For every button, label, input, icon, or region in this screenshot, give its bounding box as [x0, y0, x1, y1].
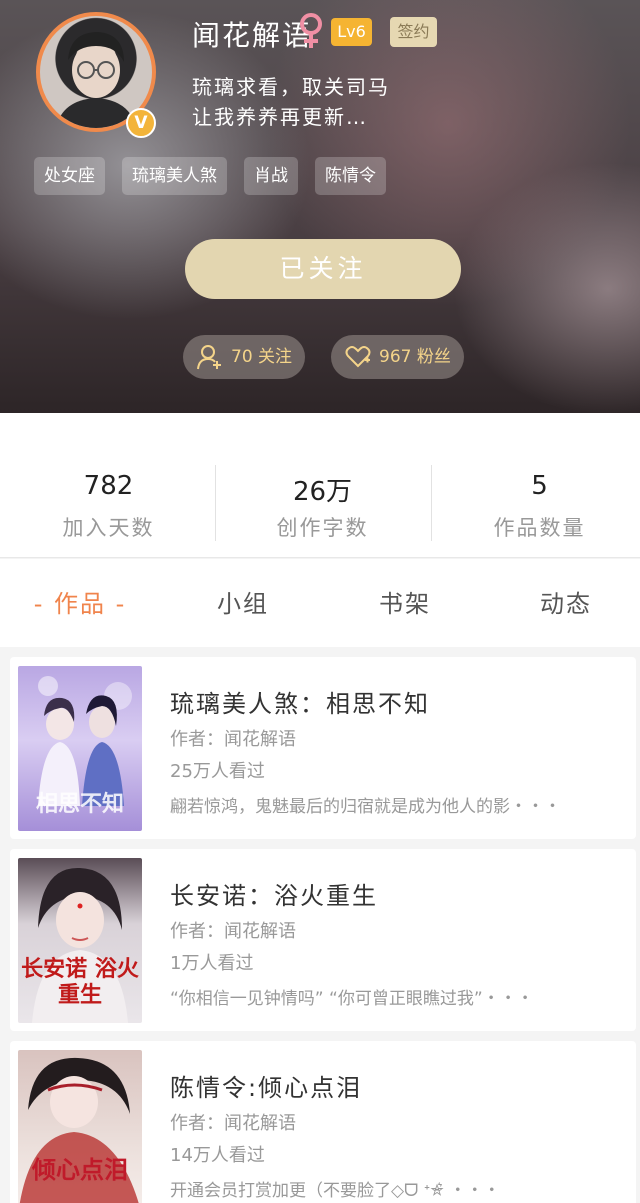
book-description: “你相信一见钟情吗” “你可曾正眼瞧过我”・・・ — [170, 989, 534, 1009]
following-count: 70 关注 — [231, 347, 293, 367]
bio: 琉璃求看，取关司马 让我养养再更新… — [192, 72, 390, 132]
book-card[interactable]: 倾心点泪 陈情令:倾心点泪 作者：闻花解语 14万人看过 开通会员打赏加更（不要… — [10, 1041, 636, 1203]
book-title: 琉璃美人煞：相思不知 — [170, 690, 430, 718]
cover-title: 长安诺 浴火重生 — [21, 956, 139, 1008]
stat-label: 作品数量 — [493, 516, 586, 540]
book-views: 1万人看过 — [170, 953, 254, 974]
stat-label: 加入天数 — [62, 516, 155, 540]
stat-value: 782 — [83, 471, 134, 501]
username: 闻花解语 — [192, 19, 313, 52]
add-user-icon — [197, 345, 221, 370]
book-title: 陈情令:倾心点泪 — [170, 1074, 363, 1102]
female-icon — [298, 12, 324, 54]
stats-bar: 782 加入天数 26万 创作字数 5 作品数量 — [0, 413, 640, 558]
bio-line: 琉璃求看，取关司马 — [192, 75, 390, 99]
level-badge: Lv6 — [331, 18, 372, 46]
divider — [431, 465, 432, 541]
cover-title: 相思不知 — [35, 791, 124, 817]
book-title: 长安诺：浴火重生 — [170, 882, 378, 910]
fans-count: 967 粉丝 — [379, 347, 451, 367]
tag[interactable]: 肖战 — [244, 157, 298, 195]
book-views: 25万人看过 — [170, 761, 265, 782]
stat-works-count: 5 作品数量 — [433, 413, 640, 558]
following-count-button[interactable]: 70 关注 — [183, 335, 305, 379]
verified-badge: V — [126, 108, 156, 138]
profile-header: V 闻花解语 Lv6 签约 琉璃求看，取关司马 让我养养再更新… 处女座 琉璃美… — [0, 0, 640, 413]
tab-bookshelf[interactable]: 书架 — [325, 559, 485, 647]
tab-activity[interactable]: 动态 — [486, 559, 640, 647]
book-author: 作者：闻花解语 — [170, 921, 296, 942]
cover-title: 倾心点泪 — [32, 1155, 128, 1184]
signed-badge: 签约 — [390, 17, 437, 47]
bio-line: 让我养养再更新… — [192, 105, 368, 129]
tab-bar: - 作品 - 小组 书架 动态 — [0, 559, 640, 647]
book-cover[interactable]: 倾心点泪 — [18, 1050, 142, 1203]
tab-groups[interactable]: 小组 — [163, 559, 323, 647]
tag-list: 处女座 琉璃美人煞 肖战 陈情令 — [34, 157, 386, 195]
stat-value: 5 — [531, 471, 548, 501]
stat-join-days: 782 加入天数 — [2, 413, 215, 558]
book-views: 14万人看过 — [170, 1145, 265, 1166]
book-cover[interactable]: 相思不知 — [18, 666, 142, 831]
book-description: 开通会员打赏加更（不要脸了◇ᗜ ᕀ☆̵͛ ・・・ — [170, 1181, 501, 1201]
tag[interactable]: 处女座 — [34, 157, 105, 195]
tag[interactable]: 陈情令 — [315, 157, 386, 195]
book-author: 作者：闻花解语 — [170, 729, 296, 750]
fans-count-button[interactable]: 967 粉丝 — [331, 335, 464, 379]
stat-word-count: 26万 创作字数 — [216, 413, 429, 558]
heart-icon — [345, 346, 371, 368]
tab-works[interactable]: - 作品 - — [0, 559, 160, 647]
book-description: 翩若惊鸿，鬼魅最后的归宿就是成为他人的影・・・ — [170, 797, 561, 817]
stat-value: 26万 — [292, 477, 353, 507]
follow-button[interactable]: 已关注 — [185, 239, 461, 299]
book-author: 作者：闻花解语 — [170, 1113, 296, 1134]
tag[interactable]: 琉璃美人煞 — [122, 157, 227, 195]
stat-label: 创作字数 — [276, 516, 369, 540]
book-cover[interactable]: 长安诺 浴火重生 — [18, 858, 142, 1023]
book-card[interactable]: 相思不知 琉璃美人煞：相思不知 作者：闻花解语 25万人看过 翩若惊鸿，鬼魅最后… — [10, 657, 636, 839]
book-card[interactable]: 长安诺 浴火重生 长安诺：浴火重生 作者：闻花解语 1万人看过 “你相信一见钟情… — [10, 849, 636, 1031]
avatar[interactable]: V — [36, 12, 156, 138]
